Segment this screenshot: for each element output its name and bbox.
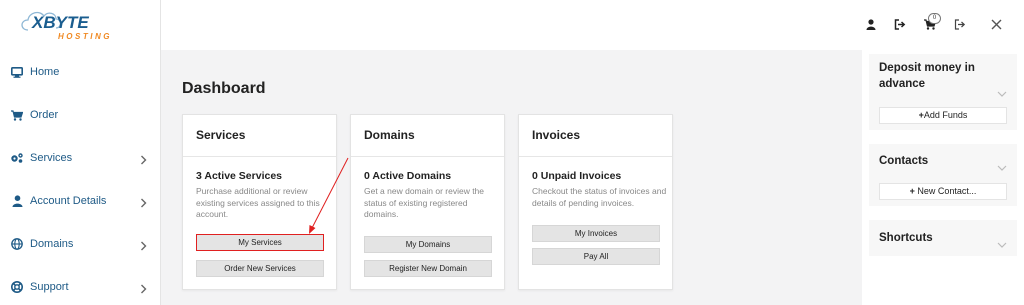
card-title: Invoices — [519, 115, 672, 157]
chevron-down-icon[interactable] — [997, 235, 1007, 253]
card-stat: 0 Unpaid Invoices — [532, 170, 622, 182]
contacts-section: Contacts + New Contact... — [869, 144, 1017, 206]
deposit-title: Deposit money in advance — [879, 62, 975, 90]
logo-sub-text: HOSTING — [58, 32, 112, 41]
sidebar-item-label: Services — [30, 152, 73, 164]
logout-icon[interactable] — [893, 17, 907, 31]
chevron-right-icon — [140, 238, 147, 256]
chevron-down-icon[interactable] — [997, 158, 1007, 176]
sign-out-icon[interactable] — [953, 17, 967, 31]
order-new-services-button[interactable]: Order New Services — [196, 260, 324, 277]
card-description: Purchase additional or review existing s… — [196, 186, 320, 219]
sidebar-item-home[interactable]: Home — [0, 52, 161, 92]
lifebuoy-icon — [10, 280, 24, 294]
sidebar-item-label: Domains — [30, 238, 74, 250]
contacts-title: Contacts — [879, 155, 929, 167]
new-contact-label: New Contact... — [917, 186, 977, 196]
sidebar-item-label: Order — [30, 109, 59, 121]
shortcuts-title: Shortcuts — [879, 232, 933, 244]
sidebar-item-support[interactable]: Support — [0, 267, 161, 305]
my-invoices-button[interactable]: My Invoices — [532, 225, 660, 242]
card-stat: 0 Active Domains — [364, 170, 452, 182]
sidebar-item-label: Home — [30, 66, 60, 78]
shortcuts-section: Shortcuts — [869, 220, 1017, 256]
new-contact-button[interactable]: + New Contact... — [879, 183, 1007, 200]
sidebar-item-label: Support — [30, 281, 69, 293]
chevron-right-icon — [140, 195, 147, 213]
user-icon — [10, 194, 24, 208]
card-description: Checkout the status of invoices and deta… — [532, 186, 667, 208]
card-title: Domains — [351, 115, 504, 157]
xbyte-logo[interactable]: XBYTE HOSTING — [18, 6, 138, 42]
sidebar-item-label: Account Details — [30, 195, 107, 207]
sidebar: XBYTE HOSTING Home Order Services Accoun… — [0, 0, 161, 305]
logo-main-text: XBYTE — [31, 13, 89, 32]
chevron-down-icon[interactable] — [997, 84, 1007, 102]
sidebar-item-order[interactable]: Order — [0, 95, 161, 135]
my-domains-button[interactable]: My Domains — [364, 236, 492, 253]
card-title: Services — [183, 115, 336, 157]
globe-icon — [10, 237, 24, 251]
register-new-domain-button[interactable]: Register New Domain — [364, 260, 492, 277]
deposit-section: Deposit money in advance +Add Funds — [869, 54, 1017, 130]
pay-all-button[interactable]: Pay All — [532, 248, 660, 265]
close-icon[interactable] — [989, 17, 1003, 31]
add-funds-label: Add Funds — [923, 110, 968, 120]
add-funds-button[interactable]: +Add Funds — [879, 107, 1007, 124]
my-services-button[interactable]: My Services — [196, 234, 324, 251]
sidebar-item-account-details[interactable]: Account Details — [0, 181, 161, 221]
sidebar-item-domains[interactable]: Domains — [0, 224, 161, 264]
cart-count-badge: 0 — [928, 13, 941, 24]
cogs-icon — [10, 151, 24, 165]
chevron-right-icon — [140, 281, 147, 299]
invoices-card: Invoices 0 Unpaid Invoices Checkout the … — [518, 114, 673, 290]
card-stat: 3 Active Services — [196, 170, 283, 182]
monitor-icon — [10, 65, 24, 79]
page-title: Dashboard — [182, 80, 266, 97]
user-account-icon[interactable] — [864, 17, 878, 31]
card-description: Get a new domain or review the status of… — [364, 186, 485, 219]
domains-card: Domains 0 Active Domains Get a new domai… — [350, 114, 505, 290]
services-card: Services 3 Active Services Purchase addi… — [182, 114, 337, 290]
chevron-right-icon — [140, 152, 147, 170]
sidebar-item-services[interactable]: Services — [0, 138, 161, 178]
cart-icon — [10, 108, 24, 122]
